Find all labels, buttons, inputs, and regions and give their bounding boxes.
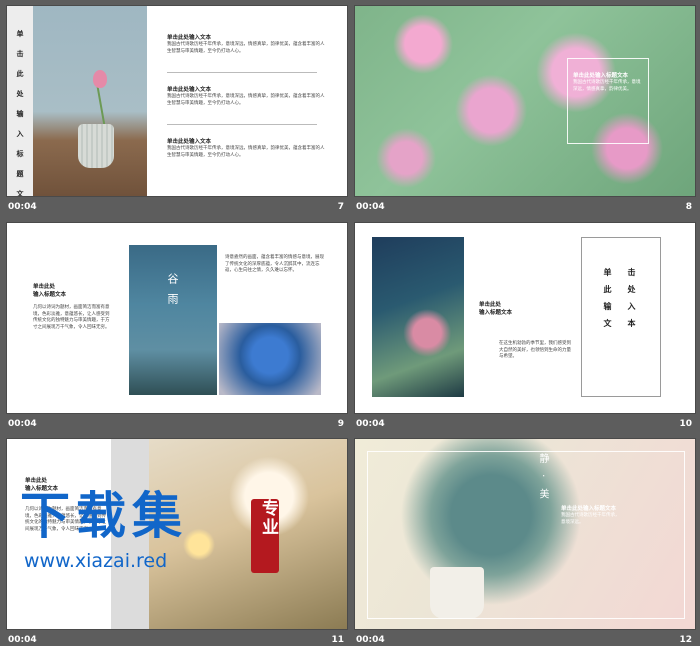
watermark-url: www.xiazai.red <box>24 550 168 572</box>
blue-jar-photo <box>219 323 321 395</box>
site-watermark: 下载集 www.xiazai.red <box>20 486 300 586</box>
slide-duration: 00:04 <box>356 202 385 212</box>
block-heading: 单击此处输入文本 <box>167 139 212 145</box>
slide-duration: 00:04 <box>356 419 385 429</box>
slide-number: 10 <box>679 419 692 429</box>
slide-info-bar: 00:04 9 <box>6 415 348 432</box>
block-body: 诗意盎然的画面，蕴含着丰富的情感与意境，展现了传统文化的深厚底蕴，令人沉醉其中，… <box>225 255 324 273</box>
divider <box>167 124 317 125</box>
text-block-1: 单击此处输入文本 我国古代诗歌历经千年传承，意境深远，情感真挚，韵律优美，蕴含着… <box>167 34 327 55</box>
block-heading: 单击此处输入标题文本 <box>573 73 629 79</box>
grain-rain-poster: 谷雨 <box>129 245 217 395</box>
left-text-block: 单击此处 输入标题文本 几何以诗词为题材，画面简洁而富有意境，色彩淡雅，意蕴悠长… <box>33 283 113 331</box>
block-heading: 单击此处输入文本 <box>167 87 212 93</box>
slide-canvas[interactable]: 单击此处输入标题文本 单击此处输入文本 我国古代诗歌历经千年传承，意境深远，情感… <box>6 5 348 197</box>
poster-title: 谷雨 <box>166 273 179 313</box>
text-block-3: 单击此处输入文本 我国古代诗歌历经千年传承，意境深远，情感真挚，韵律优美，蕴含着… <box>167 138 327 159</box>
slide-info-bar: 00:04 10 <box>354 415 696 432</box>
block-body: 我国古代诗歌历经千年传承，意境深远，情感真挚，韵律优美。 <box>573 80 641 92</box>
tulip-flower <box>93 70 107 88</box>
vase <box>78 124 114 168</box>
block-body: 我国古代诗歌历经千年传承，意境深远，情感真挚，韵律优美，蕴含着丰富的人生智慧与审… <box>167 94 325 106</box>
watermark-title: 下载集 <box>20 487 188 545</box>
block-body: 在这生机勃勃的季节里，我们感受到大自然的美好，也领悟到生命的力量与希望。 <box>499 341 571 359</box>
slide-duration: 00:04 <box>8 635 37 645</box>
slide-info-bar: 00:04 8 <box>354 198 696 215</box>
text-block-2: 单击此处输入文本 我国古代诗歌历经千年传承，意境深远，情感真挚，韵律优美，蕴含着… <box>167 86 327 107</box>
block-body: 我国古代诗歌历经千年传承，意境深远，情感真挚，韵律优美，蕴含着丰富的人生智慧与审… <box>167 42 325 54</box>
block-body: 我国古代诗歌历经千年传承，意境深远，情感真挚，韵律优美，蕴含着丰富的人生智慧与审… <box>167 146 325 158</box>
flower-branch-photo <box>372 237 464 397</box>
block-body: 我国古代诗歌历经千年传承，意境深远。 <box>561 513 620 525</box>
tulip-photo <box>33 6 147 196</box>
vertical-text-right: 击处入本 <box>627 268 636 336</box>
slide-duration: 00:04 <box>8 202 37 212</box>
divider <box>167 72 317 73</box>
text-frame <box>567 58 649 144</box>
mid-body-block: 在这生机勃勃的季节里，我们感受到大自然的美好，也领悟到生命的力量与希望。 <box>499 341 575 361</box>
slide-info-bar: 00:04 7 <box>6 198 348 215</box>
vertical-title: 静 · 美 <box>537 453 548 503</box>
slide-number: 7 <box>337 202 344 212</box>
tulip-stem <box>95 82 107 130</box>
block-body: 几何以诗词为题材，画面简洁而富有意境，色彩淡雅，意蕴悠长，让人感受到传统文化的独… <box>33 305 110 330</box>
block-heading: 单击此处输入标题文本 <box>561 506 617 512</box>
slide-duration: 00:04 <box>356 635 385 645</box>
slide-canvas[interactable]: 单击此处 输入标题文本 几何以诗词为题材，画面简洁而富有意境，色彩淡雅，意蕴悠长… <box>6 222 348 414</box>
vertical-text-left: 单此输文 <box>603 268 612 336</box>
block-heading: 单击此处 <box>25 478 48 484</box>
right-text-block: 诗意盎然的画面，蕴含着丰富的情感与意境，展现了传统文化的深厚底蕴，令人沉醉其中，… <box>225 255 325 275</box>
slide-info-bar: 00:04 11 <box>6 631 348 646</box>
slide-canvas[interactable]: 静 · 美 单击此处输入标题文本 我国古代诗歌历经千年传承，意境深远。 <box>354 438 696 630</box>
title-sidebar: 单击此处输入标题文本 <box>7 6 33 197</box>
sidebar-title: 单击此处输入标题文本 <box>16 30 24 197</box>
slide-canvas[interactable]: 单击此处 输入标题文本 在这生机勃勃的季节里，我们感受到大自然的美好，也领悟到生… <box>354 222 696 414</box>
block-heading: 单击此处 <box>479 302 502 308</box>
block-heading: 单击此处 <box>33 284 56 290</box>
text-block: 单击此处输入标题文本 我国古代诗歌历经千年传承，意境深远。 <box>561 505 621 526</box>
text-block: 单击此处输入标题文本 我国古代诗歌历经千年传承，意境深远，情感真挚，韵律优美。 <box>573 72 643 93</box>
white-frame <box>367 451 685 619</box>
slide-number: 8 <box>685 202 692 212</box>
slide-duration: 00:04 <box>8 419 37 429</box>
block-subheading: 输入标题文本 <box>33 292 67 298</box>
slide-canvas[interactable]: 单击此处输入标题文本 我国古代诗歌历经千年传承，意境深远，情感真挚，韵律优美。 <box>354 5 696 197</box>
vertical-title-box: 击处入本 单此输文 <box>581 237 661 397</box>
slide-number: 12 <box>679 635 692 645</box>
slide-number: 11 <box>331 635 344 645</box>
block-heading: 单击此处输入文本 <box>167 35 212 41</box>
mid-text-block: 单击此处 输入标题文本 <box>479 301 569 317</box>
slide-info-bar: 00:04 12 <box>354 631 696 646</box>
block-subheading: 输入标题文本 <box>479 310 513 316</box>
slide-number: 9 <box>337 419 344 429</box>
